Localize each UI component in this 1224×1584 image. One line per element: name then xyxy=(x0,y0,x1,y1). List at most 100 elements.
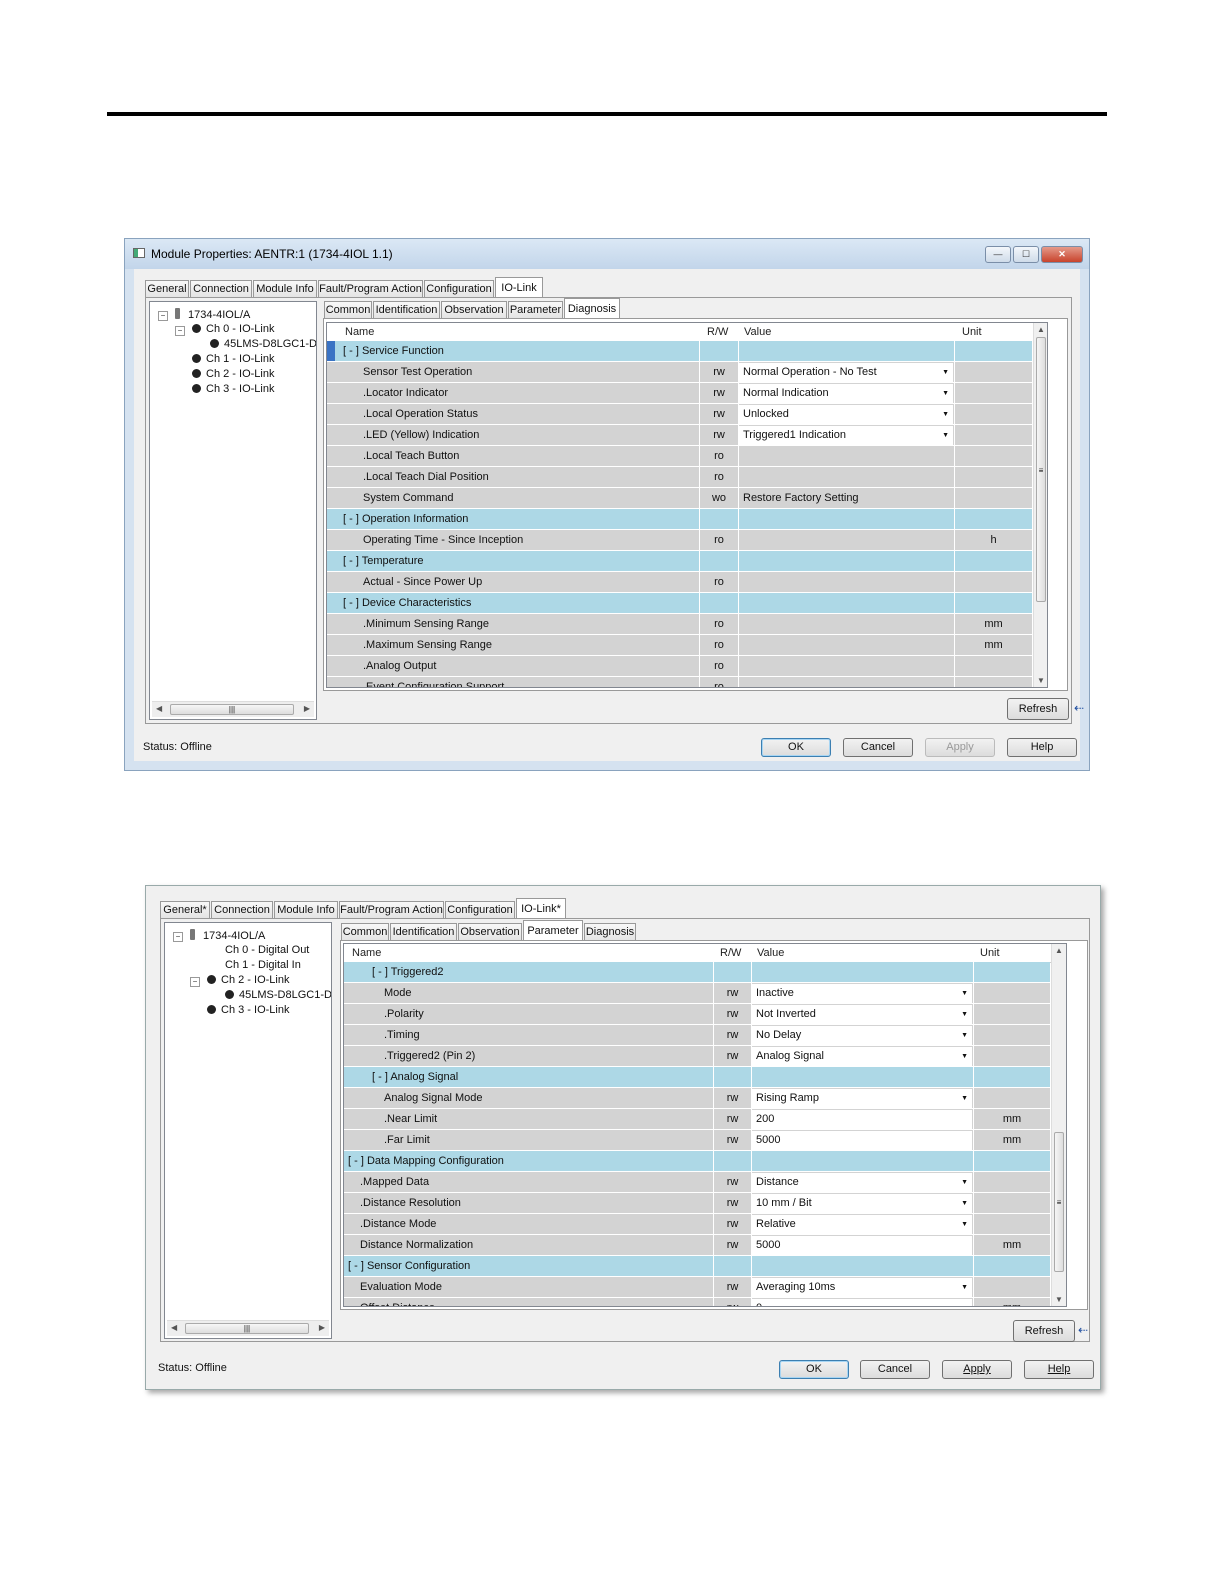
value-dropdown[interactable]: Not Inverted ▼ xyxy=(752,1005,972,1024)
chevron-down-icon[interactable]: ▼ xyxy=(961,1215,968,1234)
value-field[interactable]: 0 xyxy=(752,1299,972,1306)
help-button[interactable]: Help xyxy=(1024,1360,1094,1379)
header-value[interactable]: Value xyxy=(744,326,771,338)
parameter-row[interactable]: .Polarity rw Not Inverted ▼ xyxy=(344,1004,1050,1025)
header-value[interactable]: Value xyxy=(757,947,784,959)
group-row[interactable]: [ - ] Data Mapping Configuration xyxy=(344,1151,1050,1172)
subtab-observation[interactable]: Observation xyxy=(441,301,507,318)
parameter-row[interactable]: Operating Time - Since Inception ro h xyxy=(327,530,1032,551)
parameter-row[interactable]: .Maximum Sensing Range ro mm xyxy=(327,635,1032,656)
chevron-down-icon[interactable]: ▼ xyxy=(942,363,949,382)
parameter-row[interactable]: .Timing rw No Delay ▼ xyxy=(344,1025,1050,1046)
value-dropdown[interactable]: 10 mm / Bit ▼ xyxy=(752,1194,972,1213)
tree-node-ch0[interactable]: Ch 0 - IO-Link xyxy=(192,323,274,335)
parameter-row[interactable]: Sensor Test Operation rw Normal Operation … xyxy=(327,362,1032,383)
maximize-button[interactable]: ☐ xyxy=(1013,246,1039,263)
value-field[interactable]: Restore Factory Setting xyxy=(739,489,953,508)
value-cell[interactable] xyxy=(739,635,955,655)
header-unit[interactable]: Unit xyxy=(980,947,1000,959)
tree-horizontal-scrollbar[interactable]: ◀ ||| ▶ xyxy=(152,701,314,717)
tab-io-link[interactable]: IO-Link xyxy=(495,277,543,297)
tab-general[interactable]: General* xyxy=(160,901,210,918)
tab-fault-program-action[interactable]: Fault/Program Action xyxy=(318,280,423,297)
chevron-down-icon[interactable]: ▼ xyxy=(942,426,949,445)
chevron-down-icon[interactable]: ▼ xyxy=(961,1005,968,1024)
parameter-row[interactable]: .Triggered2 (Pin 2) rw Analog Signal ▼ xyxy=(344,1046,1050,1067)
value-dropdown[interactable]: Averaging 10ms ▼ xyxy=(752,1278,972,1297)
parameter-row[interactable]: .Local Operation Status rw Unlocked ▼ xyxy=(327,404,1032,425)
chevron-down-icon[interactable]: ▼ xyxy=(961,1026,968,1045)
tree-node-ch2[interactable]: Ch 2 - IO-Link xyxy=(207,974,289,986)
scroll-right-icon[interactable]: ▶ xyxy=(319,1323,325,1332)
grid-vertical-scrollbar[interactable]: ▲ ≡ ▼ xyxy=(1051,944,1066,1306)
subtab-diagnosis[interactable]: Diagnosis xyxy=(584,923,636,940)
header-name[interactable]: Name xyxy=(352,947,381,959)
tree-node-ch0[interactable]: Ch 0 - Digital Out xyxy=(225,944,309,956)
value-cell[interactable] xyxy=(739,530,955,550)
chevron-down-icon[interactable]: ▼ xyxy=(942,405,949,424)
close-button[interactable]: ✕ xyxy=(1041,246,1083,263)
scroll-up-icon[interactable]: ▲ xyxy=(1037,325,1045,334)
value-dropdown[interactable]: Triggered1 Indication ▼ xyxy=(739,426,953,445)
collapse-toggle[interactable]: − xyxy=(173,932,183,942)
collapse-toggle[interactable]: − xyxy=(158,311,168,321)
value-dropdown[interactable]: No Delay ▼ xyxy=(752,1026,972,1045)
value-cell[interactable]: Normal Indication ▼ xyxy=(739,383,955,403)
tree-node-ch2[interactable]: Ch 2 - IO-Link xyxy=(192,368,274,380)
help-button[interactable]: Help xyxy=(1007,738,1077,757)
subtab-diagnosis[interactable]: Diagnosis xyxy=(564,298,620,318)
value-cell[interactable]: Normal Operation - No Test ▼ xyxy=(739,362,955,382)
value-cell[interactable]: No Delay ▼ xyxy=(752,1025,974,1045)
scroll-down-icon[interactable]: ▼ xyxy=(1055,1295,1063,1304)
value-dropdown[interactable]: Inactive ▼ xyxy=(752,984,972,1003)
group-row[interactable]: [ - ] Operation Information xyxy=(327,509,1032,530)
tab-connection[interactable]: Connection xyxy=(211,901,273,918)
value-cell[interactable]: Triggered1 Indication ▼ xyxy=(739,425,955,445)
value-cell[interactable]: 10 mm / Bit ▼ xyxy=(752,1193,974,1213)
value-dropdown[interactable]: Analog Signal ▼ xyxy=(752,1047,972,1066)
value-cell[interactable]: Averaging 10ms ▼ xyxy=(752,1277,974,1297)
chevron-down-icon[interactable]: ▼ xyxy=(961,1278,968,1297)
chevron-down-icon[interactable]: ▼ xyxy=(942,384,949,403)
tab-module-info[interactable]: Module Info xyxy=(253,280,317,297)
header-rw[interactable]: R/W xyxy=(720,947,741,959)
group-row[interactable]: [ - ] Analog Signal xyxy=(344,1067,1050,1088)
tree-node-device[interactable]: 45LMS-D8LGC1-D4 xyxy=(225,989,331,1001)
value-field[interactable]: 5000 xyxy=(752,1236,972,1255)
ok-button[interactable]: OK xyxy=(779,1360,849,1379)
value-cell[interactable]: Relative ▼ xyxy=(752,1214,974,1234)
value-dropdown[interactable]: Rising Ramp ▼ xyxy=(752,1089,972,1108)
scroll-thumb[interactable]: ||| xyxy=(170,704,294,715)
scroll-right-icon[interactable]: ▶ xyxy=(304,704,310,713)
parameter-row[interactable]: Distance Normalization rw 5000 mm xyxy=(344,1235,1050,1256)
group-row[interactable]: [ - ] Triggered2 xyxy=(344,962,1050,983)
value-dropdown[interactable]: Normal Indication ▼ xyxy=(739,384,953,403)
back-arrow-icon[interactable]: ⇠ xyxy=(1078,1323,1088,1337)
tab-configuration[interactable]: Configuration xyxy=(424,280,494,297)
scroll-up-icon[interactable]: ▲ xyxy=(1055,946,1063,955)
cancel-button[interactable]: Cancel xyxy=(860,1360,930,1379)
header-name[interactable]: Name xyxy=(345,326,374,338)
tab-connection[interactable]: Connection xyxy=(190,280,252,297)
parameter-row[interactable]: .Distance Resolution rw 10 mm / Bit ▼ xyxy=(344,1193,1050,1214)
subtab-observation[interactable]: Observation xyxy=(458,923,522,940)
chevron-down-icon[interactable]: ▼ xyxy=(961,1173,968,1192)
tab-module-info[interactable]: Module Info xyxy=(274,901,338,918)
parameter-row[interactable]: Offset Distance rw 0 mm xyxy=(344,1298,1050,1306)
collapse-toggle[interactable]: − xyxy=(190,977,200,987)
value-cell[interactable]: 0 xyxy=(752,1298,974,1306)
refresh-button[interactable]: Refresh xyxy=(1007,698,1069,720)
header-rw[interactable]: R/W xyxy=(707,326,728,338)
grid-vertical-scrollbar[interactable]: ▲ ≡ ▼ xyxy=(1033,323,1047,687)
chevron-down-icon[interactable]: ▼ xyxy=(961,1194,968,1213)
parameter-row[interactable]: .LED (Yellow) Indication rw Triggered1 Ind… xyxy=(327,425,1032,446)
parameter-row[interactable]: .Analog Output ro xyxy=(327,656,1032,677)
scroll-left-icon[interactable]: ◀ xyxy=(156,704,162,713)
parameter-row[interactable]: Mode rw Inactive ▼ xyxy=(344,983,1050,1004)
header-unit[interactable]: Unit xyxy=(962,326,982,338)
refresh-button[interactable]: Refresh xyxy=(1013,1320,1075,1342)
subtab-common[interactable]: Common xyxy=(324,301,372,318)
subtab-common[interactable]: Common xyxy=(341,923,389,940)
value-cell[interactable]: Rising Ramp ▼ xyxy=(752,1088,974,1108)
tab-general[interactable]: General xyxy=(145,280,189,297)
